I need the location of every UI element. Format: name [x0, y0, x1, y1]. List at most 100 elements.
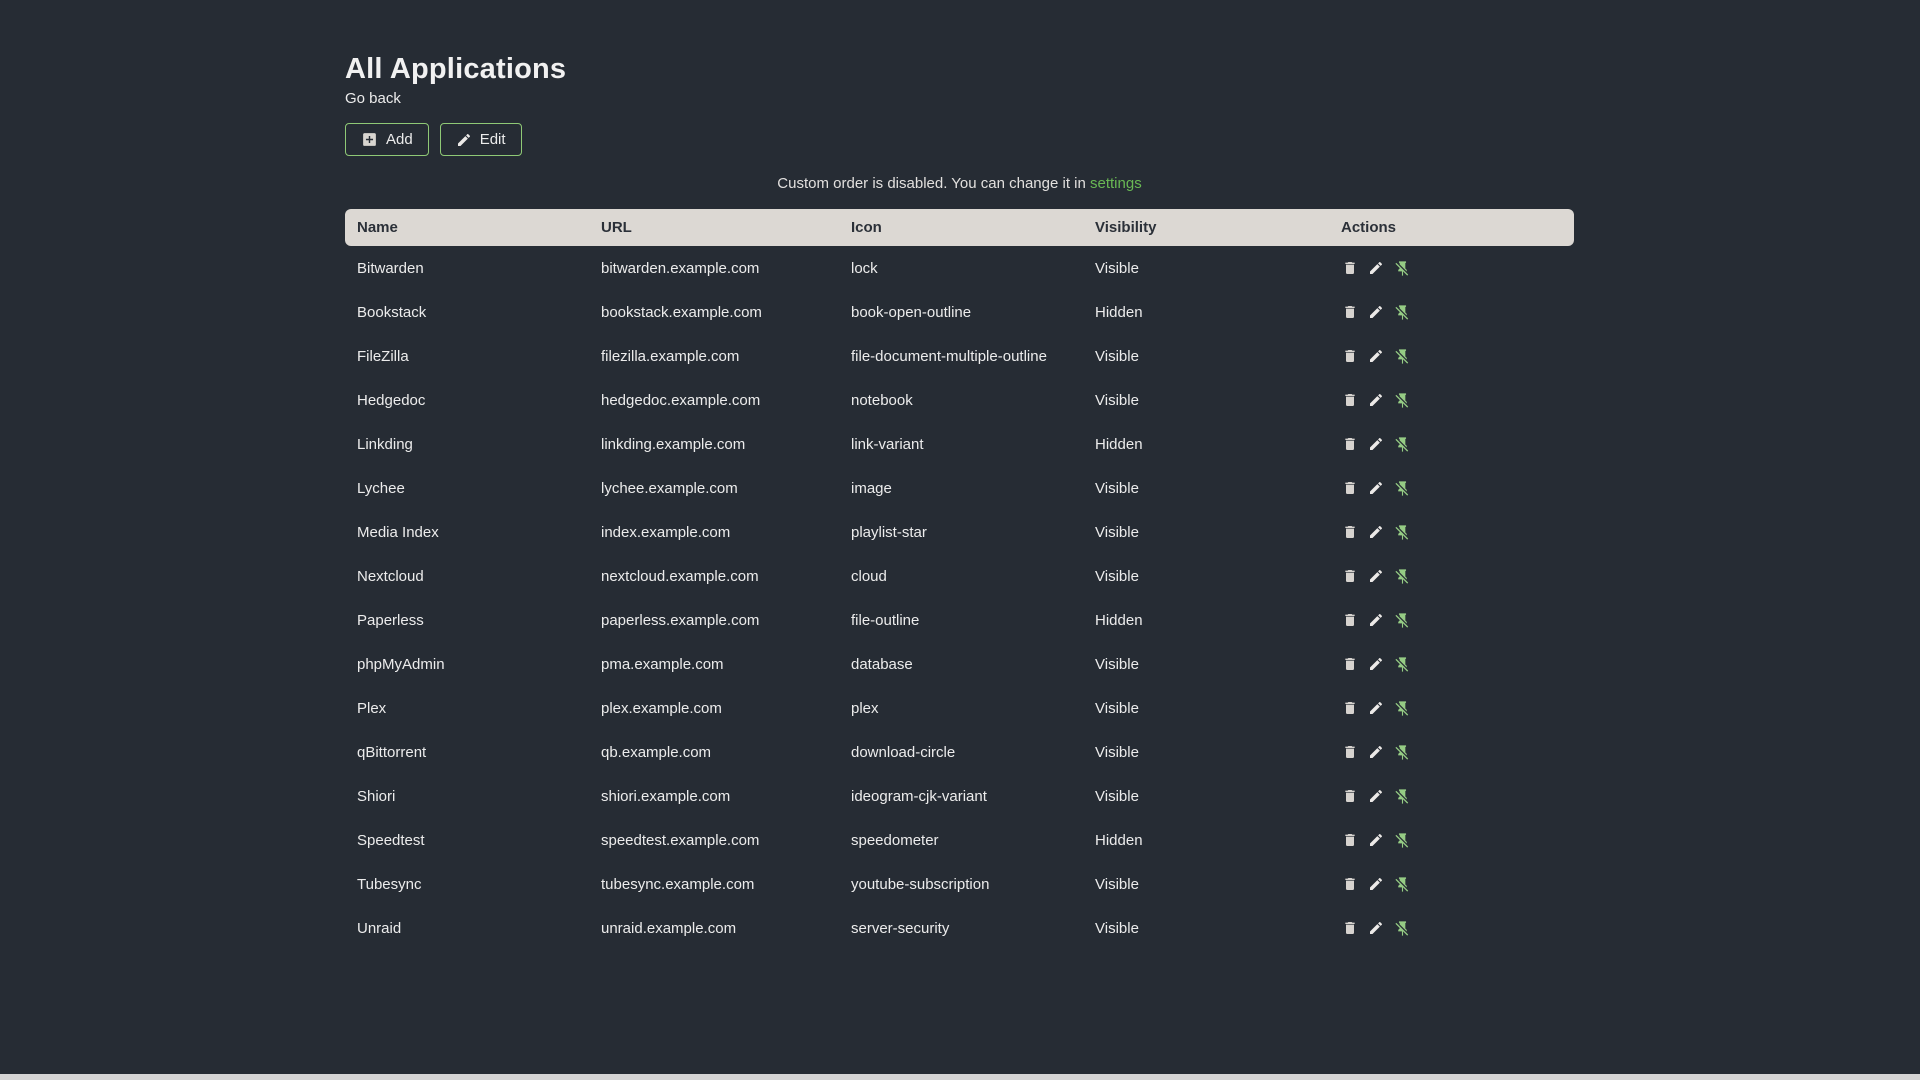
- app-visibility: Hidden: [1095, 435, 1143, 453]
- delete-icon[interactable]: [1341, 347, 1359, 365]
- table-row: FileZilla filezilla.example.com file-doc…: [345, 334, 1574, 378]
- add-button-label: Add: [386, 131, 413, 148]
- app-icon-name: plex: [851, 699, 879, 717]
- app-icon-name: file-outline: [851, 611, 920, 629]
- edit-icon[interactable]: [1367, 391, 1385, 409]
- delete-icon[interactable]: [1341, 611, 1359, 629]
- app-url: bitwarden.example.com: [601, 259, 760, 277]
- table-row: Linkding linkding.example.com link-varia…: [345, 422, 1574, 466]
- app-visibility: Visible: [1095, 391, 1139, 409]
- delete-icon[interactable]: [1341, 259, 1359, 277]
- app-url: nextcloud.example.com: [601, 567, 759, 585]
- app-icon-name: cloud: [851, 567, 887, 585]
- table-row: Paperless paperless.example.com file-out…: [345, 598, 1574, 642]
- pin-off-icon[interactable]: [1393, 523, 1411, 541]
- pin-off-icon[interactable]: [1393, 259, 1411, 277]
- edit-icon[interactable]: [1367, 523, 1385, 541]
- table-row: Bitwarden bitwarden.example.com lock Vis…: [345, 246, 1574, 290]
- app-name: Nextcloud: [357, 567, 424, 585]
- delete-icon[interactable]: [1341, 831, 1359, 849]
- add-button[interactable]: Add: [345, 123, 429, 156]
- app-actions: [1329, 510, 1574, 554]
- pin-off-icon[interactable]: [1393, 699, 1411, 717]
- app-visibility: Visible: [1095, 479, 1139, 497]
- table-row: Shiori shiori.example.com ideogram-cjk-v…: [345, 774, 1574, 818]
- pencil-icon: [456, 132, 472, 148]
- pin-off-icon[interactable]: [1393, 655, 1411, 673]
- app-actions: [1329, 730, 1574, 774]
- pin-off-icon[interactable]: [1393, 479, 1411, 497]
- app-name: Tubesync: [357, 875, 422, 893]
- app-icon-name: book-open-outline: [851, 303, 972, 321]
- edit-icon[interactable]: [1367, 479, 1385, 497]
- pin-off-icon[interactable]: [1393, 435, 1411, 453]
- pin-off-icon[interactable]: [1393, 831, 1411, 849]
- app-url: linkding.example.com: [601, 435, 746, 453]
- go-back-link[interactable]: Go back: [345, 90, 401, 107]
- edit-icon[interactable]: [1367, 875, 1385, 893]
- app-url: qb.example.com: [601, 743, 712, 761]
- app-actions: [1329, 862, 1574, 906]
- app-icon-name: speedometer: [851, 831, 939, 849]
- app-actions: [1329, 642, 1574, 686]
- pin-off-icon[interactable]: [1393, 787, 1411, 805]
- table-row: Nextcloud nextcloud.example.com cloud Vi…: [345, 554, 1574, 598]
- pin-off-icon[interactable]: [1393, 347, 1411, 365]
- app-icon-name: playlist-star: [851, 523, 927, 541]
- pin-off-icon[interactable]: [1393, 875, 1411, 893]
- delete-icon[interactable]: [1341, 479, 1359, 497]
- app-name: Plex: [357, 699, 387, 717]
- edit-icon[interactable]: [1367, 259, 1385, 277]
- table-row: Plex plex.example.com plex Visible: [345, 686, 1574, 730]
- app-visibility: Visible: [1095, 743, 1139, 761]
- delete-icon[interactable]: [1341, 391, 1359, 409]
- delete-icon[interactable]: [1341, 743, 1359, 761]
- delete-icon[interactable]: [1341, 303, 1359, 321]
- settings-link[interactable]: settings: [1090, 175, 1142, 192]
- edit-button[interactable]: Edit: [439, 123, 522, 156]
- edit-icon[interactable]: [1367, 787, 1385, 805]
- delete-icon[interactable]: [1341, 523, 1359, 541]
- edit-icon[interactable]: [1367, 831, 1385, 849]
- pin-off-icon[interactable]: [1393, 919, 1411, 937]
- delete-icon[interactable]: [1341, 875, 1359, 893]
- app-icon-name: download-circle: [851, 743, 956, 761]
- pin-off-icon[interactable]: [1393, 567, 1411, 585]
- app-visibility: Hidden: [1095, 611, 1143, 629]
- edit-icon[interactable]: [1367, 435, 1385, 453]
- page-title: All Applications: [345, 53, 567, 85]
- edit-icon[interactable]: [1367, 743, 1385, 761]
- pin-off-icon[interactable]: [1393, 303, 1411, 321]
- delete-icon[interactable]: [1341, 435, 1359, 453]
- table-row: Tubesync tubesync.example.com youtube-su…: [345, 862, 1574, 906]
- edit-icon[interactable]: [1367, 567, 1385, 585]
- app-url: lychee.example.com: [601, 479, 738, 497]
- app-icon-name: lock: [851, 259, 878, 277]
- delete-icon[interactable]: [1341, 699, 1359, 717]
- edit-button-label: Edit: [479, 131, 506, 148]
- app-actions: [1329, 466, 1574, 510]
- delete-icon[interactable]: [1341, 787, 1359, 805]
- table-row: Speedtest speedtest.example.com speedome…: [345, 818, 1574, 862]
- delete-icon[interactable]: [1341, 567, 1359, 585]
- edit-icon[interactable]: [1367, 655, 1385, 673]
- app-actions: [1329, 290, 1574, 334]
- app-actions: [1329, 246, 1574, 290]
- content-container: All Applications Go back Add Edit Custom…: [345, 0, 1574, 950]
- plus-box-icon: [361, 131, 378, 148]
- pin-off-icon[interactable]: [1393, 391, 1411, 409]
- edit-icon[interactable]: [1367, 347, 1385, 365]
- pin-off-icon[interactable]: [1393, 611, 1411, 629]
- edit-icon[interactable]: [1367, 303, 1385, 321]
- app-actions: [1329, 906, 1574, 950]
- pin-off-icon[interactable]: [1393, 743, 1411, 761]
- app-name: qBittorrent: [357, 743, 427, 761]
- delete-icon[interactable]: [1341, 655, 1359, 673]
- edit-icon[interactable]: [1367, 611, 1385, 629]
- delete-icon[interactable]: [1341, 919, 1359, 937]
- table-row: Bookstack bookstack.example.com book-ope…: [345, 290, 1574, 334]
- app-url: filezilla.example.com: [601, 347, 740, 365]
- edit-icon[interactable]: [1367, 919, 1385, 937]
- app-name: Bookstack: [357, 303, 427, 321]
- edit-icon[interactable]: [1367, 699, 1385, 717]
